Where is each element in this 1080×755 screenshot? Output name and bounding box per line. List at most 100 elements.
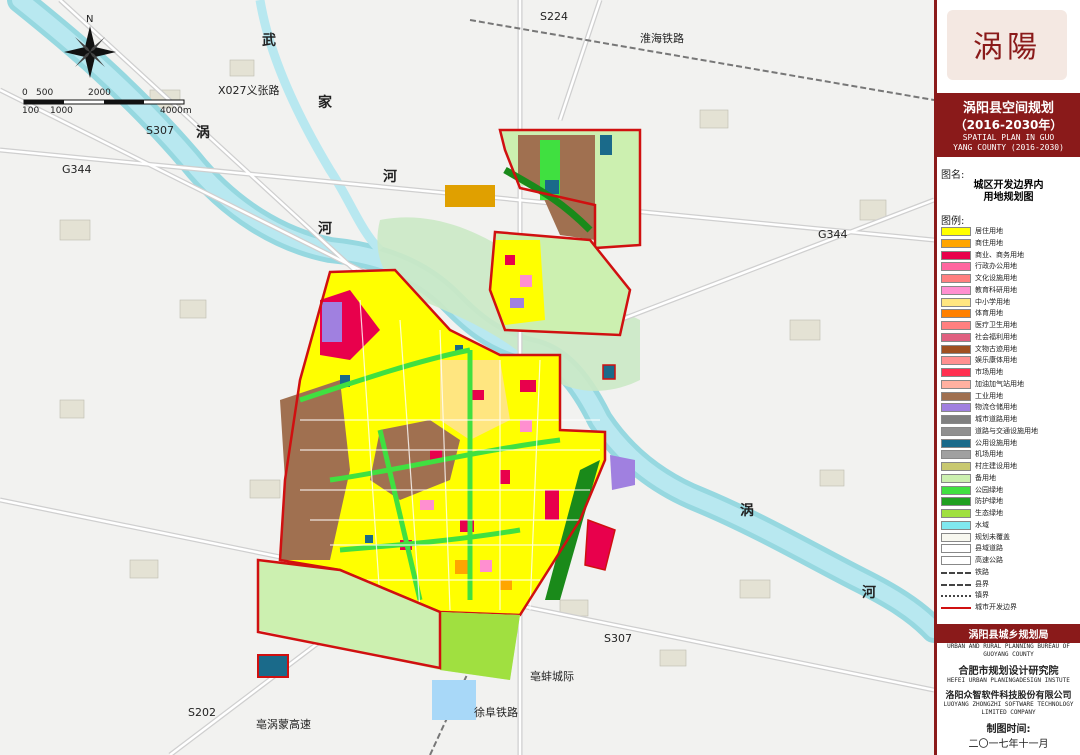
legend-item: 行政办公用地 <box>941 261 1080 272</box>
map-name-label: 图名: <box>941 170 965 181</box>
legend-swatch <box>941 379 971 389</box>
legend-swatch <box>941 485 971 495</box>
map-name-line-2: 用地规划图 <box>983 192 1034 203</box>
legend-item: 市场用地 <box>941 367 1080 378</box>
road-label-s307-west: S307 <box>146 124 174 137</box>
date-label: 制图时间: <box>986 724 1031 735</box>
legend-label: 城市开发边界 <box>975 603 1017 611</box>
legend-label: 市场用地 <box>975 368 1003 376</box>
legend-swatch <box>941 262 971 272</box>
legend-label: 工业用地 <box>975 391 1003 400</box>
legend-swatch <box>941 509 971 518</box>
legend-item: 文化设施用地 <box>941 273 1080 284</box>
legend-swatch <box>941 450 971 460</box>
legend-label: 医疗卫生用地 <box>975 321 1017 329</box>
road-label-s307-south: S307 <box>604 632 632 645</box>
scale-label-4000m: 4000m <box>160 106 192 116</box>
legend-label: 防护绿地 <box>975 497 1003 506</box>
legend-item: 娱乐康体用地 <box>941 355 1080 366</box>
map-name-line-1: 城区开发边界内 <box>973 180 1044 191</box>
legend-label: 县界 <box>975 579 989 588</box>
legend-item: 高速公路 <box>941 555 1080 566</box>
map-area[interactable]: N 0 500 2000 100 1000 4000m 武 家 河 涡 河 涡 … <box>0 0 934 755</box>
legend-label: 商业、商务用地 <box>975 250 1024 259</box>
title-cn: 涡阳县空间规划 <box>962 101 1054 116</box>
logo-banner: 涡陽 <box>937 0 1080 93</box>
legend-item: 机场用地 <box>941 449 1080 460</box>
legend-label: 规划未覆盖 <box>975 532 1010 541</box>
legend-label: 机场用地 <box>975 450 1003 459</box>
legend-swatch <box>941 344 971 354</box>
legend-swatch <box>941 473 971 483</box>
sidebar-panel: 涡陽 涡阳县空间规划 （2016-2030年） SPATIAL PLAN IN … <box>934 0 1080 755</box>
legend-item: 水域 <box>941 520 1080 531</box>
scale-label-100: 100 <box>22 106 40 116</box>
legend-item: 居住用地 <box>941 226 1080 237</box>
legend-item: 工业用地 <box>941 391 1080 402</box>
map-canvas <box>0 0 934 755</box>
road-label-bobeng-intercity: 亳蚌城际 <box>530 670 574 683</box>
legend-label: 体育用地 <box>975 309 1003 318</box>
legend-swatch <box>941 250 971 260</box>
place-label-guo-2: 涡 <box>740 503 754 519</box>
company-name-en-1: LUOYANG ZHONGZHI SOFTWARE TECHNOLOGY <box>943 701 1074 708</box>
legend-swatch <box>941 391 971 401</box>
institute-name-en: HEFEI URBAN PLANINGADESIGN INSTUTE <box>947 677 1070 684</box>
legend-label: 公园绿地 <box>975 485 1003 494</box>
legend-swatch <box>941 332 971 342</box>
legend-swatch <box>941 426 971 436</box>
logo-text: 涡陽 <box>973 30 1041 65</box>
legend-line-symbol <box>941 571 971 574</box>
plan-map-sheet: N 0 500 2000 100 1000 4000m 武 家 河 涡 河 涡 … <box>0 0 1080 755</box>
legend-line-symbol <box>941 595 971 598</box>
legend-item: 教育科研用地 <box>941 285 1080 296</box>
legend-label: 物流仓储用地 <box>975 403 1017 412</box>
place-label-guo-1: 涡 <box>196 125 210 141</box>
credits-block: 涡阳县城乡规划局 URBAN AND RURAL PLANNING BUREAU… <box>937 620 1080 755</box>
legend-swatch <box>941 462 971 471</box>
legend-swatch <box>941 238 971 248</box>
scale-label-1000: 1000 <box>50 106 73 116</box>
north-arrow-label: N <box>86 14 94 25</box>
legend-swatch <box>941 556 971 565</box>
scale-label-500: 500 <box>36 88 54 98</box>
legend-item: 生态绿地 <box>941 508 1080 519</box>
legend-item: 社会福利用地 <box>941 332 1080 343</box>
road-label-g344-east: G344 <box>818 228 848 241</box>
road-label-s224: S224 <box>540 10 568 23</box>
legend-label: 图例: <box>941 216 965 227</box>
legend-item: 商业、商务用地 <box>941 250 1080 261</box>
road-label-s202: S202 <box>188 706 216 719</box>
legend-swatch <box>941 544 971 554</box>
legend-swatch <box>941 438 971 448</box>
legend-swatch <box>941 321 971 330</box>
place-label-he-1: 河 <box>383 169 397 185</box>
legend-label: 公用设施用地 <box>975 438 1017 447</box>
legend-item: 中小学用地 <box>941 297 1080 308</box>
place-label-he-2: 河 <box>318 221 332 237</box>
legend-item: 防护绿地 <box>941 496 1080 507</box>
legend-label: 教育科研用地 <box>975 285 1017 294</box>
legend-item: 镇界 <box>941 590 1080 601</box>
legend-swatch <box>941 403 971 413</box>
title-en-1: SPATIAL PLAN IN GUO <box>962 133 1055 142</box>
legend-item: 商住用地 <box>941 238 1080 249</box>
legend-label: 镇界 <box>975 591 989 600</box>
legend-label: 中小学用地 <box>975 297 1010 306</box>
legend-label: 社会福利用地 <box>975 332 1017 341</box>
title-years: （2016-2030年） <box>954 118 1063 132</box>
legend-label: 商住用地 <box>975 238 1003 247</box>
map-name: 城区开发边界内 用地规划图 <box>937 180 1080 204</box>
place-label-jia: 家 <box>318 95 332 111</box>
legend-item: 规划未覆盖 <box>941 532 1080 543</box>
legend-item: 铁路 <box>941 567 1080 578</box>
legend-label: 文化设施用地 <box>975 274 1017 282</box>
legend-label: 城市道路用地 <box>975 415 1017 423</box>
legend-item: 体育用地 <box>941 308 1080 319</box>
legend-swatch <box>941 356 971 366</box>
legend-item: 道路与交通设施用地 <box>941 426 1080 437</box>
legend-label: 生态绿地 <box>975 509 1003 517</box>
legend-item: 县界 <box>941 579 1080 590</box>
legend-item: 文物古迹用地 <box>941 344 1080 355</box>
road-label-x027: X027义张路 <box>218 84 280 97</box>
